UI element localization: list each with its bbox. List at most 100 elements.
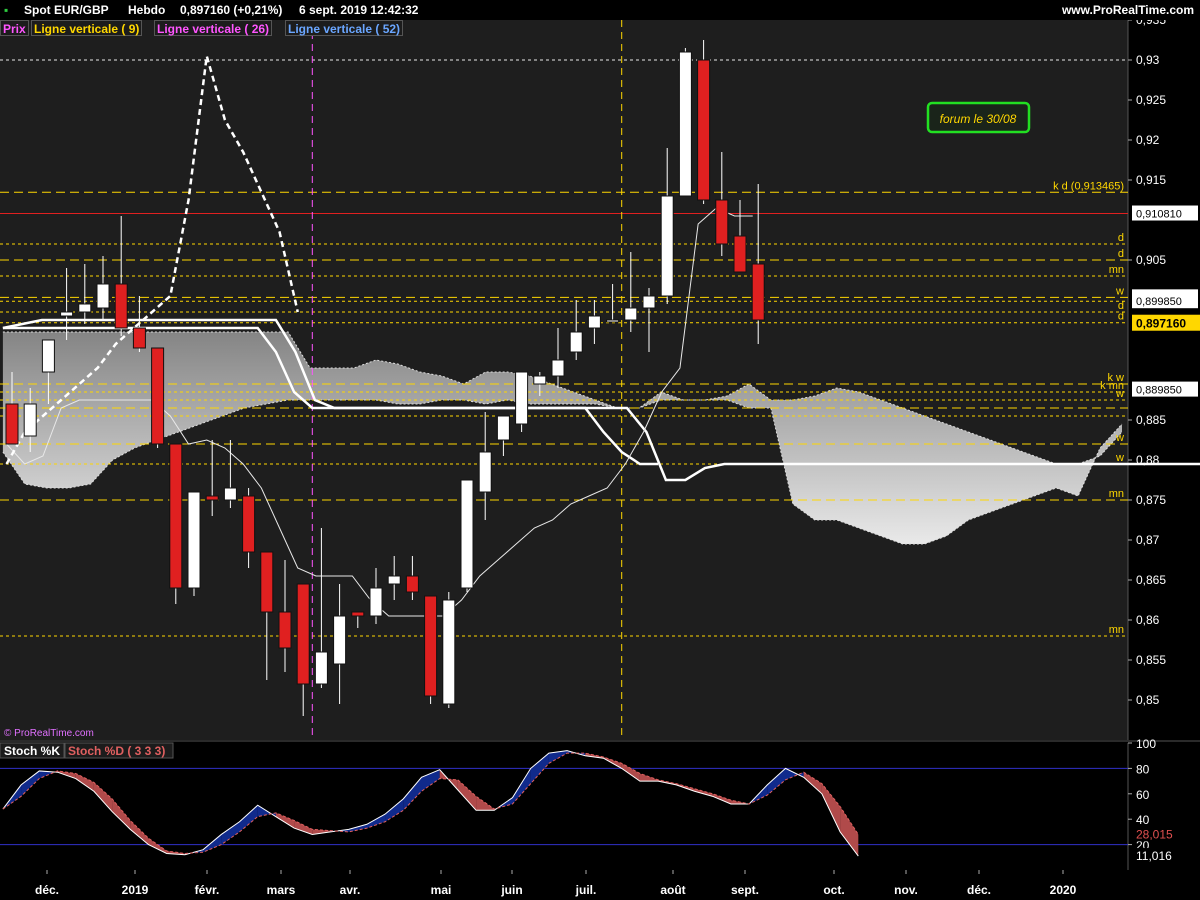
- chart-canvas: k d (0,913465)ddmnwddk wk mnwwwmnmn0,935…: [0, 0, 1200, 900]
- stoch-tick-label: 80: [1136, 762, 1150, 776]
- candle: [460, 479, 474, 592]
- candle-body: [533, 375, 547, 385]
- stoch-legend-d: Stoch %D ( 3 3 3): [68, 744, 165, 758]
- candle-body: [460, 479, 474, 589]
- candle-body: [369, 587, 383, 617]
- x-tick-label: déc.: [35, 883, 59, 897]
- candle-body: [314, 651, 328, 685]
- candle-body: [278, 611, 292, 649]
- x-tick-label: oct.: [823, 883, 844, 897]
- instrument-label: Spot EUR/GBP: [24, 3, 109, 17]
- candle: [169, 443, 183, 604]
- level-label: d: [1118, 232, 1124, 244]
- legend-vline-26[interactable]: Ligne verticale ( 26): [154, 20, 273, 36]
- level-label: w: [1115, 432, 1124, 444]
- x-tick-label: 2019: [122, 883, 149, 897]
- candle: [187, 491, 201, 596]
- price-tick-label: 0,92: [1136, 133, 1160, 147]
- stoch-panel-background: [0, 743, 1128, 870]
- candle-body: [405, 575, 419, 593]
- datetime-label: 6 sept. 2019 12:42:32: [299, 3, 419, 17]
- candle: [678, 48, 692, 197]
- price-tick-label: 0,905: [1136, 253, 1166, 267]
- x-tick-label: nov.: [894, 883, 918, 897]
- price-tag-text: 0,889850: [1136, 385, 1182, 397]
- last-price-tag-text: 0,897160: [1136, 317, 1186, 331]
- stoch-d-value: 28,015: [1136, 827, 1173, 841]
- candle-body: [5, 403, 19, 445]
- candle-body: [78, 303, 92, 313]
- candle-body: [751, 263, 765, 321]
- header-marker-icon: ▪: [4, 3, 9, 17]
- candle-body: [169, 443, 183, 589]
- price-tick-label: 0,88: [1136, 453, 1160, 467]
- candle-body: [223, 487, 237, 501]
- candle-body: [41, 339, 55, 373]
- candle-body: [151, 347, 165, 445]
- candle-body: [715, 199, 729, 245]
- candle-body: [733, 235, 747, 273]
- candle-body: [424, 595, 438, 697]
- candle: [424, 595, 438, 704]
- candle: [697, 40, 711, 204]
- candle-body: [132, 327, 146, 349]
- candle-body: [569, 331, 583, 353]
- x-tick-label: août: [660, 883, 685, 897]
- stoch-tick-label: 100: [1136, 737, 1156, 751]
- level-label: mn: [1109, 488, 1124, 500]
- candle: [515, 371, 529, 432]
- candle-body: [333, 615, 347, 665]
- candle-body: [678, 51, 692, 197]
- period-label: Hebdo: [128, 3, 166, 17]
- candle-body: [606, 319, 620, 323]
- price-tick-label: 0,875: [1136, 493, 1166, 507]
- legend-vline-52[interactable]: Ligne verticale ( 52): [285, 20, 404, 36]
- candle-body: [496, 415, 510, 441]
- candle-body: [515, 371, 529, 425]
- watermark-text: © ProRealTime.com: [4, 728, 94, 739]
- header-bar: ▪ Spot EUR/GBP Hebdo 0,897160 (+0,21%) 6…: [0, 0, 1200, 20]
- candle-body: [96, 283, 110, 309]
- x-tick-label: mai: [431, 883, 452, 897]
- price-tick-label: 0,86: [1136, 613, 1160, 627]
- x-tick-label: juin: [500, 883, 522, 897]
- candle-body: [697, 59, 711, 201]
- level-label: mn: [1109, 624, 1124, 636]
- price-tick-label: 0,925: [1136, 93, 1166, 107]
- price-tick-label: 0,87: [1136, 533, 1160, 547]
- candle-body: [60, 311, 74, 317]
- candle-body: [642, 295, 656, 309]
- stoch-tick-label: 40: [1136, 813, 1150, 827]
- site-label[interactable]: www.ProRealTime.com: [1062, 0, 1194, 20]
- annotation-text: forum le 30/08: [940, 112, 1017, 126]
- stoch-k-value: 11,016: [1136, 849, 1172, 863]
- candle-body: [296, 583, 310, 685]
- candle-body: [260, 551, 274, 613]
- level-label: w: [1115, 388, 1124, 400]
- candle-body: [624, 307, 638, 321]
- x-tick-label: févr.: [195, 883, 220, 897]
- price-tick-label: 0,855: [1136, 653, 1166, 667]
- legend-prix[interactable]: Prix: [0, 20, 29, 36]
- price-tick-label: 0,865: [1136, 573, 1166, 587]
- level-label: k d (0,913465): [1053, 180, 1124, 192]
- legend-vline-9[interactable]: Ligne verticale ( 9): [31, 20, 143, 36]
- price-tag-text: 0,910810: [1136, 209, 1182, 221]
- candle: [151, 347, 165, 448]
- candle-body: [660, 195, 674, 297]
- x-tick-label: déc.: [967, 883, 991, 897]
- price-tag-text: 0,899850: [1136, 296, 1182, 308]
- price-tick-label: 0,885: [1136, 413, 1166, 427]
- candle-body: [551, 359, 565, 377]
- x-tick-label: mars: [267, 883, 296, 897]
- candle-body: [587, 315, 601, 329]
- x-tick-label: sept.: [731, 883, 759, 897]
- candle-body: [205, 495, 219, 501]
- candle-body: [114, 283, 128, 329]
- candle-body: [442, 599, 456, 705]
- level-label: w: [1115, 452, 1124, 464]
- x-tick-label: juil.: [575, 883, 597, 897]
- candle-body: [387, 575, 401, 585]
- last-price-label: 0,897160 (+0,21%): [180, 3, 283, 17]
- candle-body: [351, 611, 365, 617]
